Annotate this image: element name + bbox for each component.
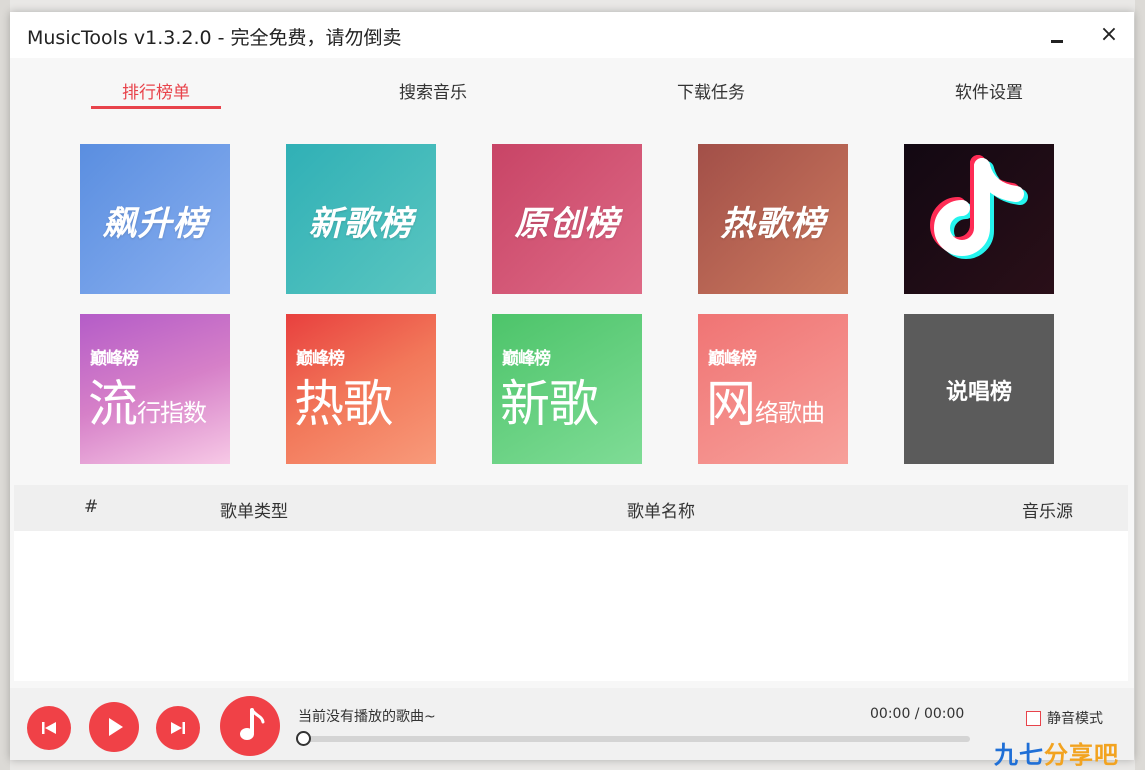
next-button[interactable] [156,706,200,750]
skip-next-icon [171,722,185,734]
mute-mode-checkbox[interactable]: 静音模式 [1026,708,1103,728]
chart-tile-new-songs[interactable]: 新歌榜 [286,144,436,294]
playback-time: 00:00 / 00:00 [870,706,965,722]
tile-label: 说唱榜 [945,380,1012,405]
window-title: MusicTools v1.3.2.0 - 完全免费，请勿倒卖 [27,27,402,49]
music-note-icon [240,708,265,740]
active-tab-indicator [91,106,221,109]
tile-label: 新歌榜 [308,204,414,244]
playlist-table-body[interactable] [14,531,1128,681]
chart-tile-soaring[interactable]: 飙升榜 [80,144,230,294]
chart-tile-peak-new[interactable]: 巅峰榜 新歌 [492,314,642,464]
chart-tile-internet-songs[interactable]: 巅峰榜 网络歌曲 [698,314,848,464]
column-name: 歌单名称 [627,502,695,522]
progress-knob[interactable] [296,731,311,746]
skip-previous-icon [42,722,56,734]
previous-button[interactable] [27,706,71,750]
douyin-logo-icon [930,155,1028,259]
chart-tile-original[interactable]: 原创榜 [492,144,642,294]
tile-label: 热歌榜 [720,204,826,244]
play-icon [109,718,123,736]
column-type: 歌单类型 [220,502,288,522]
progress-slider[interactable] [296,731,970,746]
tile-label: 网络歌曲 [706,375,825,433]
chart-tile-hot-songs[interactable]: 热歌榜 [698,144,848,294]
close-button[interactable]: × [1094,20,1124,50]
watermark-logo: 九七分享吧 [994,741,1119,769]
player-bar: 当前没有播放的歌曲~ 00:00 / 00:00 静音模式 [10,688,1134,760]
tile-label: 飙升榜 [102,204,208,244]
column-index: # [84,497,99,517]
playlist-table-header: # 歌单类型 歌单名称 音乐源 [14,485,1128,531]
play-button[interactable] [89,702,139,752]
minimize-icon [1051,40,1063,43]
now-playing-text: 当前没有播放的歌曲~ [298,709,436,725]
tile-label: 新歌 [500,375,599,433]
chart-tile-trend-index[interactable]: 巅峰榜 流行指数 [80,314,230,464]
desktop-background-left [0,0,10,770]
mute-label: 静音模式 [1047,711,1103,727]
chart-tile-rap[interactable]: 说唱榜 [904,314,1054,464]
album-cover [220,696,280,756]
main-tabs: 排行榜单 搜索音乐 下载任务 软件设置 [10,58,1134,116]
desktop-background-right [1135,0,1145,770]
tile-label: 流行指数 [88,375,207,433]
tab-search[interactable]: 搜索音乐 [363,78,503,103]
tab-label: 排行榜单 [122,83,190,103]
chart-tile-douyin[interactable] [904,144,1054,294]
tab-downloads[interactable]: 下载任务 [641,78,781,103]
title-bar: MusicTools v1.3.2.0 - 完全免费，请勿倒卖 × [10,12,1134,58]
chart-tile-peak-hot[interactable]: 巅峰榜 热歌 [286,314,436,464]
minimize-button[interactable] [1042,20,1072,50]
app-window: MusicTools v1.3.2.0 - 完全免费，请勿倒卖 × 排行榜单 搜… [10,12,1134,760]
tile-label: 热歌 [294,375,393,433]
tab-charts[interactable]: 排行榜单 [86,78,226,109]
column-source: 音乐源 [1022,502,1073,522]
tab-settings[interactable]: 软件设置 [919,78,1059,103]
tile-label: 原创榜 [514,204,620,244]
checkbox-icon [1026,711,1041,726]
